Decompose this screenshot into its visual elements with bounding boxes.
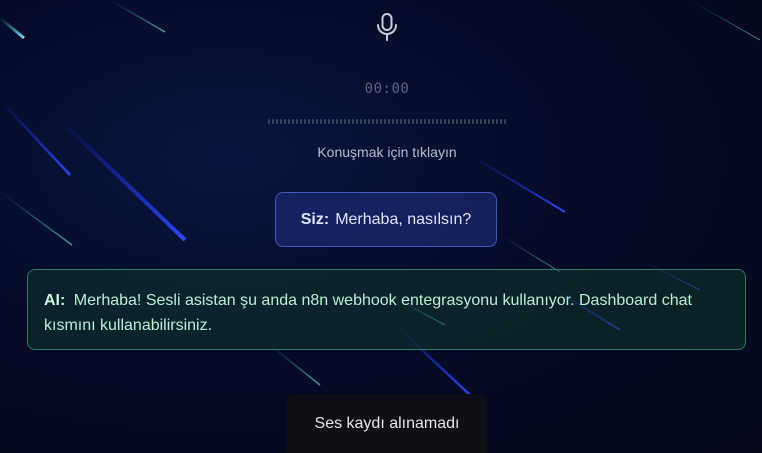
- waveform-bar: [356, 119, 358, 124]
- waveform-bar: [328, 119, 330, 124]
- waveform-bar: [432, 119, 434, 124]
- waveform-bar: [416, 119, 418, 124]
- waveform-bar: [272, 119, 274, 124]
- microphone-icon: [377, 13, 397, 41]
- waveform-bar: [396, 119, 398, 124]
- waveform-bar: [420, 119, 422, 124]
- waveform-bar: [352, 119, 354, 124]
- error-toast: Ses kaydı alınamadı: [287, 394, 487, 453]
- waveform-bar: [408, 119, 410, 124]
- waveform-bar: [480, 119, 482, 124]
- waveform-bar: [496, 119, 498, 124]
- waveform-bar: [464, 119, 466, 124]
- waveform-bar: [308, 119, 310, 124]
- waveform-bar: [388, 119, 390, 124]
- ai-message-text: Merhaba! Sesli asistan şu anda n8n webho…: [44, 292, 692, 334]
- waveform-bar: [304, 119, 306, 124]
- waveform-bar: [444, 119, 446, 124]
- waveform-bar: [412, 119, 414, 124]
- voice-assistant-screen: 00:00 Konuşmak için tıklayın Siz: Merhab…: [0, 0, 762, 453]
- audio-waveform: [268, 119, 506, 124]
- user-message-text: Merhaba, nasılsın?: [335, 210, 472, 228]
- waveform-bar: [440, 119, 442, 124]
- waveform-bar: [336, 119, 338, 124]
- waveform-bar: [364, 119, 366, 124]
- tap-to-speak-hint[interactable]: Konuşmak için tıklayın: [0, 144, 762, 160]
- waveform-bar: [484, 119, 486, 124]
- waveform-bar: [468, 119, 470, 124]
- waveform-bar: [368, 119, 370, 124]
- waveform-bar: [344, 119, 346, 124]
- waveform-bar: [276, 119, 278, 124]
- waveform-bar: [284, 119, 286, 124]
- waveform-bar: [292, 119, 294, 124]
- waveform-bar: [476, 119, 478, 124]
- waveform-bar: [452, 119, 454, 124]
- waveform-bar: [488, 119, 490, 124]
- waveform-bar: [348, 119, 350, 124]
- waveform-bar: [428, 119, 430, 124]
- waveform-bar: [376, 119, 378, 124]
- waveform-bar: [456, 119, 458, 124]
- waveform-bar: [448, 119, 450, 124]
- waveform-bar: [380, 119, 382, 124]
- waveform-bar: [288, 119, 290, 124]
- waveform-bar: [300, 119, 302, 124]
- user-message-bubble: Siz: Merhaba, nasılsın?: [275, 192, 497, 247]
- waveform-bar: [460, 119, 462, 124]
- recording-timer: 00:00: [364, 81, 410, 97]
- waveform-bar: [424, 119, 426, 124]
- waveform-bar: [404, 119, 406, 124]
- waveform-bar: [372, 119, 374, 124]
- error-toast-text: Ses kaydı alınamadı: [314, 414, 460, 432]
- waveform-bar: [332, 119, 334, 124]
- ai-message-bubble: AI: Merhaba! Sesli asistan şu anda n8n w…: [27, 269, 746, 350]
- waveform-bar: [400, 119, 402, 124]
- waveform-bar: [384, 119, 386, 124]
- waveform-bar: [320, 119, 322, 124]
- waveform-bar: [312, 119, 314, 124]
- waveform-bar: [324, 119, 326, 124]
- waveform-bar: [340, 119, 342, 124]
- waveform-bar: [316, 119, 318, 124]
- waveform-bar: [360, 119, 362, 124]
- waveform-bar: [280, 119, 282, 124]
- user-speaker-label: Siz:: [300, 210, 330, 228]
- waveform-bar: [500, 119, 502, 124]
- microphone-button[interactable]: [374, 12, 400, 42]
- waveform-bar: [268, 119, 270, 124]
- ai-speaker-label: AI:: [44, 292, 66, 309]
- waveform-bar: [436, 119, 438, 124]
- waveform-bar: [392, 119, 394, 124]
- waveform-bar: [504, 119, 506, 124]
- waveform-bar: [296, 119, 298, 124]
- waveform-bar: [492, 119, 494, 124]
- waveform-bar: [472, 119, 474, 124]
